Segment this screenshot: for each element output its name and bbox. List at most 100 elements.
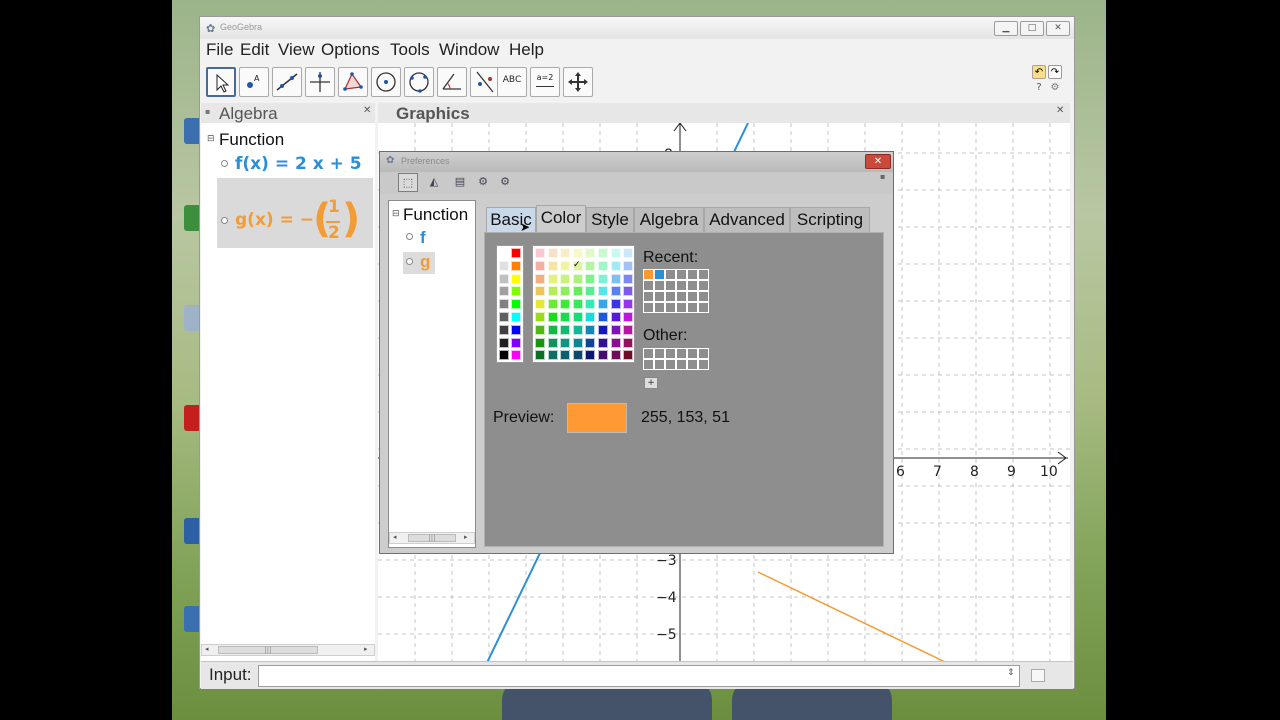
algebra-horizontal-scrollbar[interactable]: ◂ ||| ▸	[201, 644, 375, 656]
color-slot[interactable]	[654, 269, 665, 280]
color-slot[interactable]	[654, 348, 665, 359]
color-slot[interactable]	[687, 291, 698, 302]
function-f-expression[interactable]: f(x) = 2 x + 5	[235, 154, 362, 174]
color-swatch[interactable]	[610, 350, 621, 361]
color-swatch[interactable]	[547, 273, 558, 284]
color-swatch[interactable]	[560, 324, 571, 335]
menu-window[interactable]: Window	[439, 40, 499, 60]
color-swatch[interactable]	[598, 350, 608, 361]
text-tool-icon[interactable]: ABC	[497, 67, 527, 97]
visibility-toggle-f-icon[interactable]	[221, 160, 228, 167]
color-swatch[interactable]	[560, 337, 571, 348]
dialog-resize-icon[interactable]: ▪	[880, 172, 885, 181]
tab-color[interactable]: Color	[536, 205, 586, 232]
title-bar[interactable]: ✿ GeoGebra ▁ □ ✕	[200, 17, 1074, 39]
color-swatch[interactable]	[547, 286, 558, 297]
algebra-category-function[interactable]: Function	[219, 130, 284, 150]
close-button[interactable]: ✕	[1046, 21, 1070, 36]
color-swatch[interactable]	[623, 324, 634, 335]
color-swatch[interactable]	[547, 312, 558, 322]
preferences-close-button[interactable]: ✕	[865, 154, 891, 169]
color-swatch[interactable]	[535, 248, 545, 258]
color-slot[interactable]	[676, 359, 687, 370]
graphics-close-icon[interactable]: ✕	[1056, 105, 1064, 116]
color-swatch[interactable]	[535, 273, 545, 284]
color-slot[interactable]	[698, 291, 709, 302]
object-list-scrollbar[interactable]: ◂ ||| ▸	[389, 532, 475, 544]
obj-scroll-thumb[interactable]: |||	[408, 534, 456, 542]
color-swatch[interactable]	[535, 337, 545, 348]
menu-file[interactable]: File	[206, 40, 233, 60]
preferences-title-bar[interactable]: ✿ Preferences ✕	[380, 152, 893, 172]
color-swatch[interactable]	[610, 248, 621, 258]
color-swatch[interactable]	[598, 324, 608, 335]
tab-algebra[interactable]: Algebra	[634, 207, 704, 232]
color-swatch[interactable]	[623, 286, 634, 297]
color-swatch[interactable]	[535, 324, 545, 335]
redo-icon[interactable]: ↷	[1048, 65, 1062, 79]
color-swatch[interactable]	[499, 260, 509, 271]
color-swatch[interactable]	[610, 324, 621, 335]
color-swatch[interactable]	[623, 273, 634, 284]
polygon-tool-icon[interactable]	[338, 67, 368, 97]
color-slot[interactable]	[643, 302, 654, 313]
color-slot[interactable]	[643, 280, 654, 291]
color-slot[interactable]	[698, 280, 709, 291]
color-swatch[interactable]	[585, 273, 596, 284]
object-properties-icon[interactable]: ⬚	[398, 173, 418, 192]
circle-through-points-tool-icon[interactable]	[404, 67, 434, 97]
color-swatch[interactable]	[511, 260, 521, 271]
menu-edit[interactable]: Edit	[240, 40, 269, 60]
undo-icon[interactable]: ↶	[1032, 65, 1046, 79]
color-slot[interactable]	[665, 302, 676, 313]
scroll-thumb[interactable]: |||	[218, 646, 318, 654]
scroll-left-icon[interactable]: ◂	[205, 645, 209, 653]
color-swatch[interactable]	[598, 337, 608, 348]
color-slot[interactable]	[676, 280, 687, 291]
color-swatch[interactable]	[499, 286, 509, 297]
color-swatch[interactable]	[623, 248, 634, 258]
color-swatch[interactable]	[623, 337, 634, 348]
color-slot[interactable]	[643, 359, 654, 370]
graphics-settings-icon[interactable]: ◭	[424, 173, 444, 192]
visibility-toggle-g-icon[interactable]	[221, 217, 228, 224]
color-swatch[interactable]	[547, 324, 558, 335]
color-swatch[interactable]	[585, 312, 596, 322]
advanced-settings-icon[interactable]: ⚙	[495, 173, 515, 192]
color-slot[interactable]	[676, 348, 687, 359]
color-swatch[interactable]	[560, 260, 571, 271]
circle-tool-icon[interactable]	[371, 67, 401, 97]
menu-help[interactable]: Help	[509, 40, 544, 60]
color-swatch[interactable]	[623, 350, 634, 361]
color-slot[interactable]	[665, 291, 676, 302]
add-custom-color-button[interactable]: +	[644, 377, 658, 389]
color-swatch[interactable]	[610, 299, 621, 310]
help-icon[interactable]: ?	[1032, 81, 1046, 95]
defaults-settings-icon[interactable]: ⚙	[473, 173, 493, 192]
menu-view[interactable]: View	[278, 40, 315, 60]
color-swatch[interactable]	[535, 286, 545, 297]
color-swatch[interactable]	[610, 286, 621, 297]
color-slot[interactable]	[687, 359, 698, 370]
color-swatch[interactable]	[598, 273, 608, 284]
color-slot[interactable]	[698, 348, 709, 359]
color-swatch[interactable]	[572, 350, 583, 361]
tree-expand-icon[interactable]: ⊟	[207, 134, 215, 144]
color-swatch[interactable]	[535, 299, 545, 310]
tab-style[interactable]: Style	[586, 207, 634, 232]
color-swatch[interactable]	[585, 248, 596, 258]
color-swatch[interactable]	[598, 286, 608, 297]
color-swatch[interactable]	[535, 260, 545, 271]
color-swatch[interactable]	[610, 337, 621, 348]
color-swatch[interactable]	[585, 260, 596, 271]
color-swatch[interactable]	[598, 260, 608, 271]
color-swatch[interactable]	[610, 273, 621, 284]
move-graphics-view-tool-icon[interactable]	[563, 67, 593, 97]
color-swatch[interactable]	[585, 286, 596, 297]
color-swatch[interactable]	[535, 312, 545, 322]
color-swatch[interactable]	[499, 299, 509, 310]
color-slot[interactable]	[643, 348, 654, 359]
color-swatch[interactable]	[560, 248, 571, 258]
move-tool-icon[interactable]	[206, 67, 236, 97]
color-swatch[interactable]	[560, 312, 571, 322]
